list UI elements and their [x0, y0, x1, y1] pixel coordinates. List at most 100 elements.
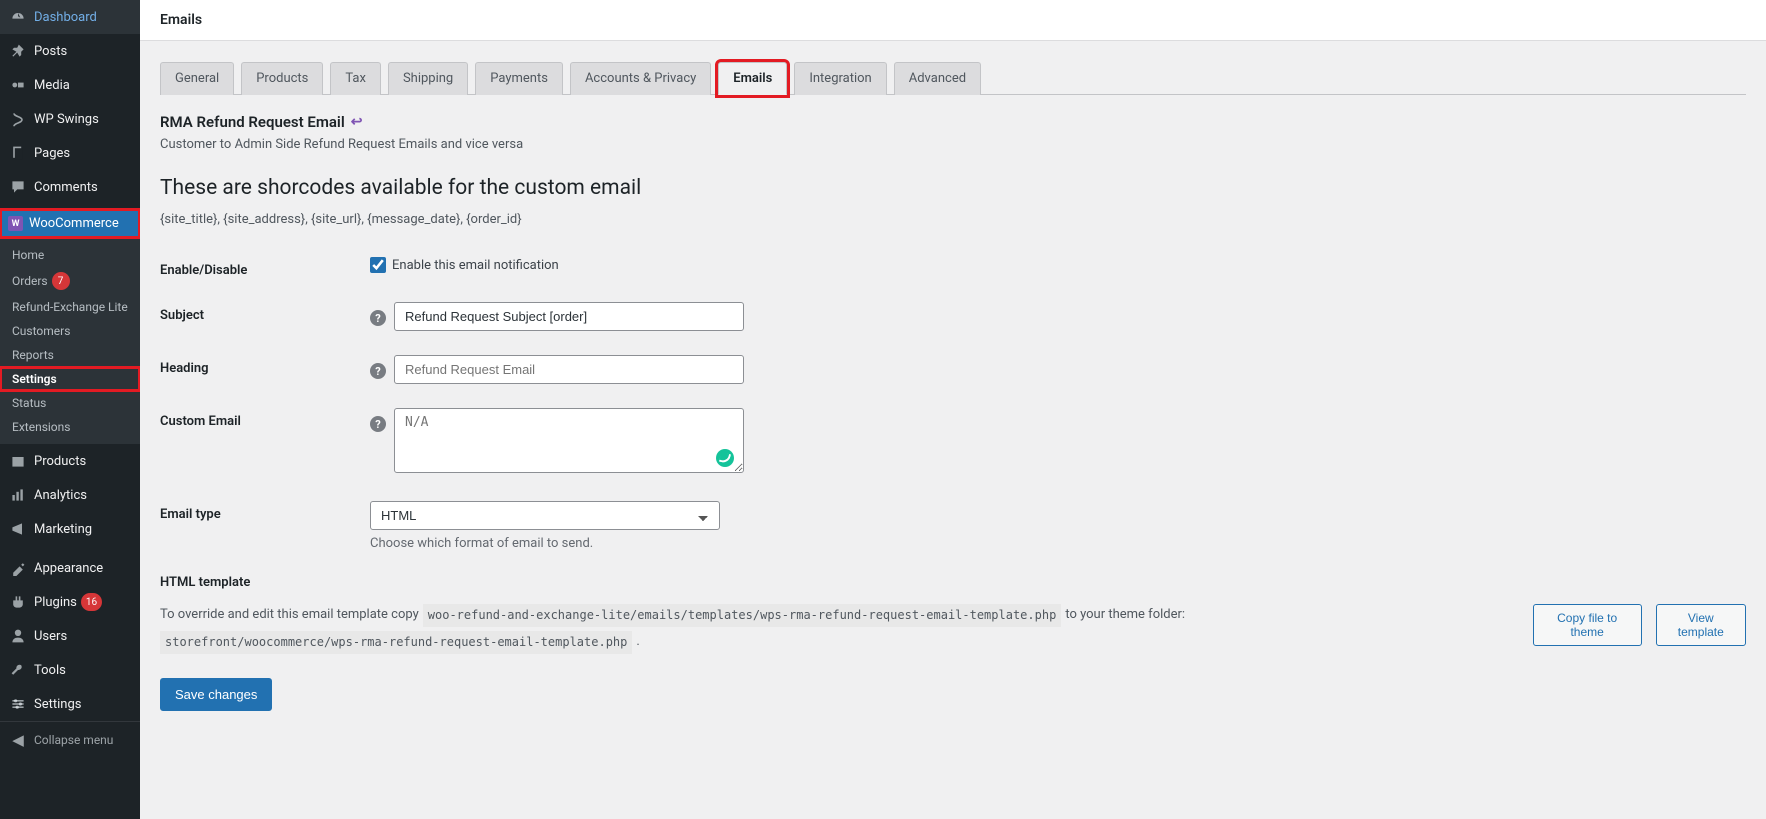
sidebar-label: WooCommerce [29, 216, 119, 231]
help-icon[interactable]: ? [370, 416, 386, 432]
submenu-settings[interactable]: Settings [0, 367, 140, 391]
template-dest-path: storefront/woocommerce/wps-rma-refund-re… [160, 631, 632, 654]
sidebar-item-pages[interactable]: Pages [0, 136, 140, 170]
email-type-description: Choose which format of email to send. [370, 536, 720, 551]
main-content: Emails General Products Tax Shipping Pay… [140, 0, 1766, 819]
sidebar-label: Settings [34, 697, 81, 712]
copy-file-button[interactable]: Copy file to theme [1533, 604, 1642, 646]
subject-label: Subject [160, 302, 370, 323]
page-header: Emails [140, 0, 1766, 41]
section-description: Customer to Admin Side Refund Request Em… [160, 137, 1746, 152]
sidebar-label: Comments [34, 180, 98, 195]
sidebar-item-users[interactable]: Users [0, 619, 140, 653]
marketing-icon [8, 519, 28, 539]
plugins-icon [8, 592, 28, 612]
collapse-icon: ◀ [8, 730, 28, 750]
plugins-badge: 16 [81, 593, 102, 611]
sidebar-item-settings[interactable]: Settings [0, 687, 140, 721]
email-settings-form: Enable/Disable Enable this email notific… [160, 257, 1746, 551]
sidebar-label: WP Swings [34, 112, 99, 127]
pin-icon [8, 41, 28, 61]
template-title: HTML template [160, 575, 1746, 590]
submenu-customers[interactable]: Customers [0, 319, 140, 343]
tab-general[interactable]: General [160, 62, 234, 95]
template-source-path: woo-refund-and-exchange-lite/emails/temp… [423, 604, 1062, 627]
sidebar-item-posts[interactable]: Posts [0, 34, 140, 68]
shortcodes-title: These are shorcodes available for the cu… [160, 176, 1746, 200]
tab-products[interactable]: Products [241, 62, 323, 95]
products-icon [8, 451, 28, 471]
help-icon[interactable]: ? [370, 363, 386, 379]
tools-icon [8, 660, 28, 680]
sidebar-item-analytics[interactable]: Analytics [0, 478, 140, 512]
sidebar-label: Media [34, 78, 70, 93]
email-type-select[interactable]: HTML [370, 501, 720, 530]
dashboard-icon [8, 7, 28, 27]
analytics-icon [8, 485, 28, 505]
media-icon [8, 75, 28, 95]
collapse-menu[interactable]: ◀ Collapse menu [0, 721, 140, 758]
sidebar-item-wpswings[interactable]: WP Swings [0, 102, 140, 136]
sidebar-label: Analytics [34, 488, 87, 503]
woocommerce-icon: W [8, 216, 23, 231]
sidebar-item-plugins[interactable]: Plugins 16 [0, 585, 140, 619]
pages-icon [8, 143, 28, 163]
woocommerce-submenu: Home Orders7 Refund-Exchange Lite Custom… [0, 238, 140, 444]
save-changes-button[interactable]: Save changes [160, 678, 272, 711]
heading-label: Heading [160, 355, 370, 376]
sidebar-label: Appearance [34, 561, 103, 576]
tab-advanced[interactable]: Advanced [894, 62, 981, 95]
custom-email-label: Custom Email [160, 408, 370, 429]
enable-checkbox-label: Enable this email notification [392, 258, 559, 273]
custom-email-textarea[interactable] [394, 408, 744, 473]
appearance-icon [8, 558, 28, 578]
submenu-orders[interactable]: Orders7 [0, 267, 140, 295]
sidebar-item-tools[interactable]: Tools [0, 653, 140, 687]
sidebar-label: Pages [34, 146, 70, 161]
subject-input[interactable] [394, 302, 744, 331]
sidebar-label: Posts [34, 44, 67, 59]
tab-tax[interactable]: Tax [330, 62, 381, 95]
sidebar-item-appearance[interactable]: Appearance [0, 551, 140, 585]
submenu-home[interactable]: Home [0, 243, 140, 267]
submenu-status[interactable]: Status [0, 391, 140, 415]
tab-payments[interactable]: Payments [475, 62, 563, 95]
sidebar-item-media[interactable]: Media [0, 68, 140, 102]
sidebar-label: Users [34, 629, 67, 644]
sidebar-label: Plugins [34, 595, 77, 610]
submenu-extensions[interactable]: Extensions [0, 415, 140, 439]
page-title: Emails [160, 12, 1746, 28]
help-icon[interactable]: ? [370, 310, 386, 326]
sidebar-label: Marketing [34, 522, 92, 537]
email-type-label: Email type [160, 501, 370, 522]
template-instructions: To override and edit this email template… [160, 604, 1517, 654]
sidebar-item-woocommerce[interactable]: W WooCommerce [0, 209, 140, 238]
tab-shipping[interactable]: Shipping [388, 62, 468, 95]
sidebar-label: Dashboard [34, 10, 97, 25]
sidebar-label: Tools [34, 663, 66, 678]
tab-accounts-privacy[interactable]: Accounts & Privacy [570, 62, 711, 95]
sidebar-item-marketing[interactable]: Marketing [0, 512, 140, 546]
settings-icon [8, 694, 28, 714]
grammarly-icon[interactable] [716, 449, 734, 467]
enable-label: Enable/Disable [160, 257, 370, 278]
wpswings-icon [8, 109, 28, 129]
enable-checkbox[interactable] [370, 257, 386, 273]
tab-integration[interactable]: Integration [794, 62, 886, 95]
sidebar-item-products[interactable]: Products [0, 444, 140, 478]
sidebar-item-dashboard[interactable]: Dashboard [0, 0, 140, 34]
view-template-button[interactable]: View template [1656, 604, 1746, 646]
section-title: RMA Refund Request Email ↩ [160, 113, 1746, 131]
submenu-refund-exchange[interactable]: Refund-Exchange Lite [0, 295, 140, 319]
comments-icon [8, 177, 28, 197]
heading-input[interactable] [394, 355, 744, 384]
users-icon [8, 626, 28, 646]
back-link-icon[interactable]: ↩ [351, 114, 363, 130]
sidebar-label: Products [34, 454, 86, 469]
submenu-reports[interactable]: Reports [0, 343, 140, 367]
shortcodes-list: {site_title}, {site_address}, {site_url}… [160, 212, 1746, 227]
orders-badge: 7 [52, 272, 70, 290]
admin-sidebar: Dashboard Posts Media WP Swings Pages Co… [0, 0, 140, 819]
sidebar-item-comments[interactable]: Comments [0, 170, 140, 204]
tab-emails[interactable]: Emails [718, 62, 787, 95]
